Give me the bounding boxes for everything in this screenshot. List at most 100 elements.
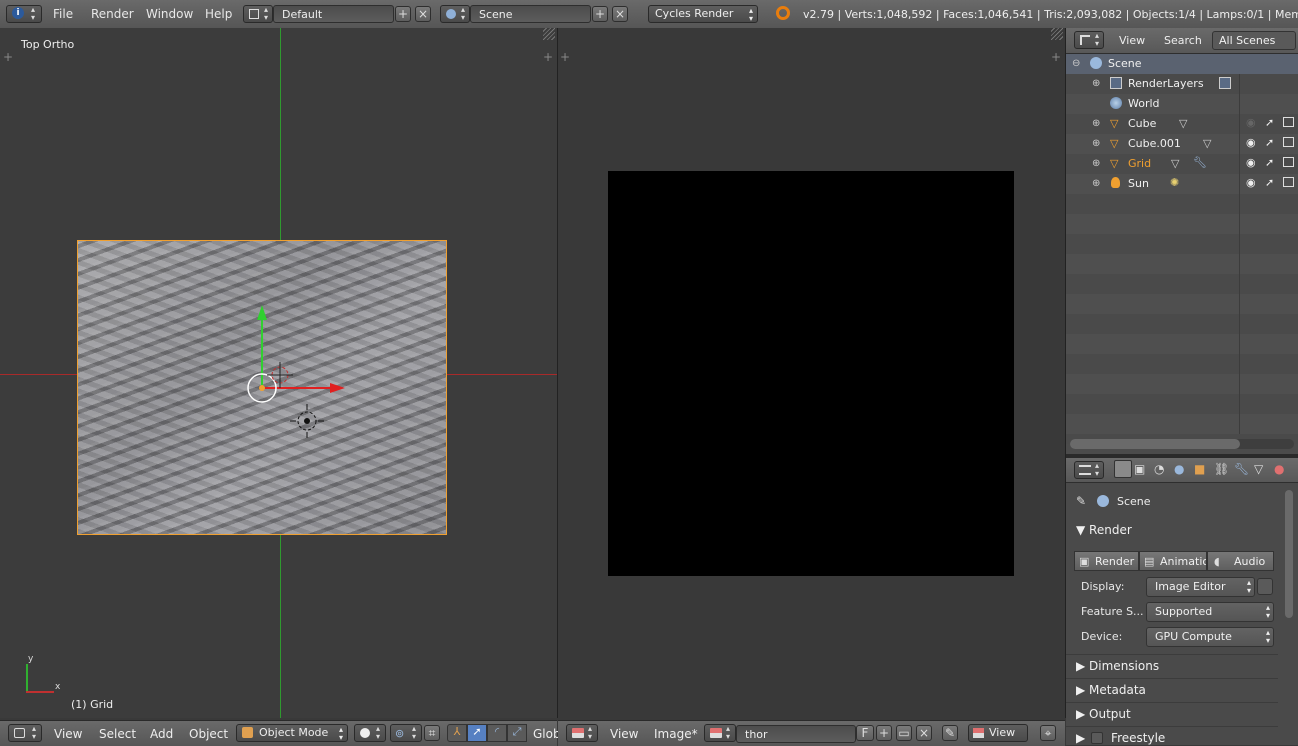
- render-panel-header[interactable]: ▼ Render: [1066, 519, 1278, 541]
- freestyle-checkbox[interactable]: [1091, 732, 1103, 744]
- open-image-folder-icon[interactable]: ▭: [896, 725, 912, 741]
- properties-editor[interactable]: ▴ ▾ ▣ ◔ ● ■ ⛓︎ 🔧︎ ▽ ● ✎ Scene ▼ Render ▣ …: [1066, 458, 1298, 745]
- 3d-viewport[interactable]: Top Ortho + + y x (1) Grid: [0, 28, 558, 718]
- image-editor[interactable]: + +: [558, 28, 1066, 718]
- expand-icon[interactable]: ⊕: [1092, 138, 1100, 149]
- add-scene-button[interactable]: +: [592, 6, 608, 22]
- properties-scrollbar[interactable]: [1285, 490, 1293, 618]
- area-corner-grip-icon[interactable]: [543, 28, 555, 40]
- feature-set-select[interactable]: Supported ▴ ▾: [1146, 602, 1274, 622]
- outliner-row-grid[interactable]: ⊕ ▽ Grid ▽ 🔧︎ ◉ ➚: [1066, 154, 1298, 174]
- render-button[interactable]: ▣ Render: [1074, 551, 1139, 571]
- menu-select[interactable]: Select: [99, 727, 136, 741]
- transform-manipulator[interactable]: [240, 300, 360, 410]
- pin-image-icon[interactable]: ✎: [942, 725, 958, 741]
- transform-orientation-select[interactable]: Glob: [533, 727, 561, 741]
- menu-view[interactable]: View: [54, 727, 82, 741]
- outliner[interactable]: ▴ ▾ View Search All Scenes ⊖ Scene ⊕ Rend…: [1066, 28, 1298, 454]
- area-plus-icon[interactable]: +: [3, 50, 13, 64]
- remove-scene-button[interactable]: ×: [612, 6, 628, 22]
- collapse-icon[interactable]: ⊖: [1072, 58, 1080, 69]
- expand-icon[interactable]: ⊕: [1092, 78, 1100, 89]
- layout-type-button[interactable]: ▴ ▾: [243, 5, 273, 23]
- image-name-field[interactable]: thor: [736, 725, 856, 743]
- render-tab-camera-icon[interactable]: [1114, 460, 1132, 478]
- expand-icon[interactable]: ⊕: [1092, 178, 1100, 189]
- pin-icon[interactable]: ✎: [1076, 494, 1086, 508]
- render-layers-tab-icon[interactable]: ▣: [1134, 462, 1145, 476]
- outliner-row-sun[interactable]: ⊕ Sun ✺ ◉ ➚: [1066, 174, 1298, 194]
- area-plus-icon[interactable]: +: [543, 50, 553, 64]
- properties-editor-type-button[interactable]: ▴ ▾: [1074, 461, 1104, 479]
- translate-icon[interactable]: ➚: [467, 724, 487, 742]
- new-image-button[interactable]: +: [876, 725, 892, 741]
- data-tab-icon[interactable]: ▽: [1254, 462, 1263, 476]
- mode-select[interactable]: Object Mode ▴ ▾: [236, 724, 348, 742]
- expand-icon[interactable]: ⊕: [1092, 118, 1100, 129]
- visibility-eye-icon[interactable]: ◉: [1246, 156, 1256, 169]
- menu-render[interactable]: Render: [91, 7, 134, 21]
- menu-add[interactable]: Add: [150, 727, 173, 741]
- expand-icon[interactable]: ⊕: [1092, 158, 1100, 169]
- constraints-tab-icon[interactable]: ⛓︎: [1214, 462, 1229, 476]
- select-cursor-icon[interactable]: ➚: [1265, 136, 1274, 149]
- dimensions-panel-header[interactable]: ▶ Dimensions: [1066, 654, 1278, 676]
- visibility-eye-icon[interactable]: ◉: [1246, 136, 1256, 149]
- metadata-panel-header[interactable]: ▶ Metadata: [1066, 678, 1278, 700]
- outliner-row-cube[interactable]: ⊕ ▽ Cube ▽ ◉ ➚: [1066, 114, 1298, 134]
- 3d-editor-type-button[interactable]: ▴ ▾: [8, 724, 42, 742]
- animation-button[interactable]: ▤ Animatio: [1139, 551, 1207, 571]
- freestyle-panel-header[interactable]: ▶ Freestyle: [1066, 726, 1278, 745]
- render-engine-select[interactable]: Cycles Render ▴ ▾: [648, 5, 758, 23]
- image-menu-view[interactable]: View: [610, 727, 638, 741]
- select-cursor-icon[interactable]: ➚: [1265, 156, 1274, 169]
- scene-type-button[interactable]: ▴ ▾: [440, 5, 470, 23]
- image-menu-image[interactable]: Image*: [654, 727, 698, 741]
- visibility-eye-icon[interactable]: ◉: [1246, 116, 1256, 129]
- outliner-search-menu[interactable]: Search: [1164, 34, 1202, 47]
- area-plus-icon[interactable]: +: [560, 50, 570, 64]
- area-corner-grip-icon[interactable]: [1051, 28, 1063, 40]
- lock-interface-icon[interactable]: [1257, 578, 1273, 595]
- scale-icon[interactable]: ⤢: [507, 724, 527, 742]
- pivot-point-select[interactable]: ⊚ ▴ ▾: [390, 724, 422, 742]
- render-camera-icon[interactable]: [1283, 177, 1294, 187]
- rotate-icon[interactable]: ◜: [487, 724, 507, 742]
- outliner-row-scene[interactable]: ⊖ Scene: [1066, 54, 1298, 74]
- select-cursor-icon[interactable]: ➚: [1265, 176, 1274, 189]
- render-camera-icon[interactable]: [1283, 137, 1294, 147]
- render-camera-icon[interactable]: [1283, 117, 1294, 127]
- outliner-view-menu[interactable]: View: [1119, 34, 1145, 47]
- select-cursor-icon[interactable]: ➚: [1265, 116, 1274, 129]
- unlink-image-button[interactable]: ×: [916, 725, 932, 741]
- output-panel-header[interactable]: ▶ Output: [1066, 702, 1278, 724]
- area-plus-icon[interactable]: +: [1051, 50, 1061, 64]
- audio-button[interactable]: ◖ Audio: [1207, 551, 1274, 571]
- outliner-row-renderlayers[interactable]: ⊕ RenderLayers: [1066, 74, 1298, 94]
- scene-tab-icon[interactable]: ◔: [1154, 462, 1164, 476]
- sun-lamp-object[interactable]: [290, 404, 324, 438]
- outliner-editor-type-button[interactable]: ▴ ▾: [1074, 31, 1104, 49]
- device-select[interactable]: GPU Compute ▴ ▾: [1146, 627, 1274, 647]
- modifiers-tab-icon[interactable]: 🔧︎: [1234, 462, 1249, 476]
- scene-name-field[interactable]: Scene: [470, 5, 591, 23]
- zoom-region-icon[interactable]: ⌖: [1040, 725, 1056, 741]
- object-tab-icon[interactable]: ■: [1194, 462, 1205, 476]
- menu-window[interactable]: Window: [146, 7, 193, 21]
- visibility-eye-icon[interactable]: ◉: [1246, 176, 1256, 189]
- manipulator-axes-icon[interactable]: ⅄: [447, 724, 467, 742]
- material-tab-icon[interactable]: ●: [1274, 462, 1284, 476]
- outliner-row-cube-001[interactable]: ⊕ ▽ Cube.001 ▽ ◉ ➚: [1066, 134, 1298, 154]
- manipulator-toggle-button[interactable]: ⌗: [424, 725, 440, 741]
- viewport-shading-select[interactable]: ▴ ▾: [354, 724, 386, 742]
- display-select[interactable]: Image Editor ▴ ▾: [1146, 577, 1255, 597]
- outliner-row-world[interactable]: World: [1066, 94, 1298, 114]
- render-camera-icon[interactable]: [1283, 157, 1294, 167]
- image-view-mode-select[interactable]: View: [968, 724, 1028, 742]
- image-editor-type-button[interactable]: ▴ ▾: [566, 724, 598, 742]
- outliner-filter-select[interactable]: All Scenes: [1212, 31, 1296, 50]
- world-tab-icon[interactable]: ●: [1174, 462, 1184, 476]
- menu-help[interactable]: Help: [205, 7, 232, 21]
- layout-name-field[interactable]: Default: [273, 5, 394, 23]
- menu-file[interactable]: File: [53, 7, 73, 21]
